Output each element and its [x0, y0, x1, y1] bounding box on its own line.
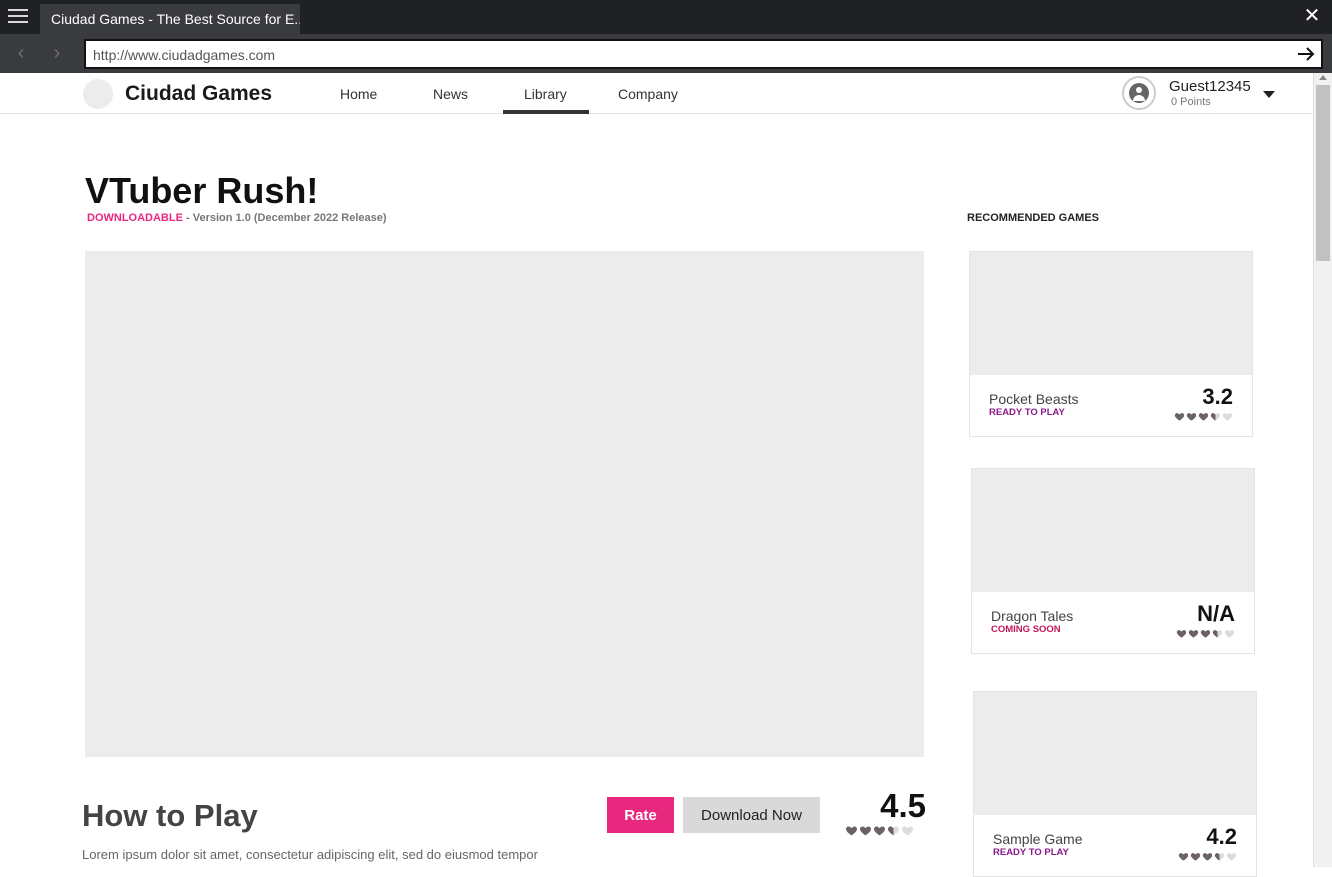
page-scrollbar[interactable] [1313, 73, 1332, 867]
game-version: - Version 1.0 (December 2022 Release) [186, 212, 387, 224]
user-points: 0 Points [1171, 96, 1211, 108]
game-card-thumbnail [974, 692, 1256, 815]
nav-item-news[interactable]: News [433, 86, 468, 102]
heart-icon [1212, 628, 1223, 639]
heart-icon [845, 824, 858, 837]
heart-icon [1176, 628, 1187, 639]
url-input[interactable]: http://www.ciudadgames.com [84, 39, 1323, 69]
game-card-score: 3.2 [1202, 384, 1233, 409]
game-card-dragon-tales[interactable]: Dragon Tales COMING SOON N/A [971, 468, 1255, 654]
game-title: VTuber Rush! [85, 170, 319, 211]
browser-tab[interactable]: Ciudad Games - The Best Source for E... [40, 4, 300, 34]
url-text: http://www.ciudadgames.com [93, 47, 276, 63]
active-nav-indicator [503, 110, 589, 114]
heart-icon [873, 824, 886, 837]
game-card-sample-game[interactable]: Sample Game READY TO PLAY 4.2 [973, 691, 1257, 877]
forward-arrow-icon[interactable]: › [46, 42, 68, 64]
scroll-up-arrow-icon[interactable] [1319, 75, 1327, 80]
nav-item-company[interactable]: Company [618, 86, 678, 102]
heart-icon [1174, 411, 1185, 422]
game-card-pocket-beasts[interactable]: Pocket Beasts READY TO PLAY 3.2 [969, 251, 1253, 437]
brand-name[interactable]: Ciudad Games [125, 82, 272, 106]
heart-icon [1210, 411, 1221, 422]
hamburger-menu-icon[interactable] [8, 9, 28, 25]
user-avatar[interactable] [1122, 76, 1156, 110]
heart-icon [1222, 411, 1233, 422]
game-card-rating-hearts [1174, 411, 1233, 422]
game-rating-hearts [845, 824, 914, 837]
heart-icon [1214, 851, 1225, 862]
heart-icon [1200, 628, 1211, 639]
game-card-status: COMING SOON [991, 624, 1061, 635]
game-card-name: Sample Game [993, 831, 1083, 847]
browser-tabbar: Ciudad Games - The Best Source for E... … [0, 0, 1332, 34]
rate-button[interactable]: Rate [607, 797, 674, 833]
heart-icon [859, 824, 872, 837]
heart-icon [887, 824, 900, 837]
game-card-score: N/A [1197, 601, 1235, 626]
close-icon[interactable]: ✕ [1302, 6, 1322, 26]
scroll-thumb[interactable] [1316, 85, 1330, 261]
game-card-score: 4.2 [1206, 824, 1237, 849]
heart-icon [1188, 628, 1199, 639]
game-card-thumbnail [970, 252, 1252, 375]
recommended-games-heading: RECOMMENDED GAMES [967, 212, 1100, 224]
game-meta: DOWNLOADABLE - Version 1.0 (December 202… [87, 212, 387, 224]
game-description: Lorem ipsum dolor sit amet, consectetur … [82, 847, 538, 862]
game-tag: DOWNLOADABLE [87, 212, 183, 224]
go-arrow-icon[interactable] [1295, 43, 1317, 65]
game-card-status: READY TO PLAY [993, 847, 1069, 858]
download-button[interactable]: Download Now [683, 797, 820, 833]
how-to-play-heading: How to Play [82, 798, 258, 833]
site-logo[interactable] [83, 79, 113, 109]
game-card-name: Pocket Beasts [989, 391, 1079, 407]
game-card-rating-hearts [1176, 628, 1235, 639]
game-card-name: Dragon Tales [991, 608, 1074, 624]
game-score: 4.5 [880, 787, 926, 824]
browser-address-row: ‹ › http://www.ciudadgames.com [0, 34, 1332, 73]
game-card-thumbnail [972, 469, 1254, 592]
user-icon [1129, 83, 1149, 103]
game-card-status: READY TO PLAY [989, 407, 1065, 418]
heart-icon [1178, 851, 1189, 862]
user-menu-caret-icon[interactable] [1263, 91, 1275, 98]
nav-item-library[interactable]: Library [524, 86, 567, 102]
user-name[interactable]: Guest12345 [1169, 78, 1251, 95]
heart-icon [1202, 851, 1213, 862]
site-header: Ciudad Games Home News Library Company G… [0, 73, 1313, 114]
back-arrow-icon[interactable]: ‹ [10, 42, 32, 64]
game-media-placeholder[interactable] [85, 251, 924, 757]
nav-item-home[interactable]: Home [340, 86, 377, 102]
heart-icon [1190, 851, 1201, 862]
heart-icon [1186, 411, 1197, 422]
game-card-rating-hearts [1178, 851, 1237, 862]
heart-icon [1226, 851, 1237, 862]
heart-icon [1198, 411, 1209, 422]
heart-icon [1224, 628, 1235, 639]
heart-icon [901, 824, 914, 837]
